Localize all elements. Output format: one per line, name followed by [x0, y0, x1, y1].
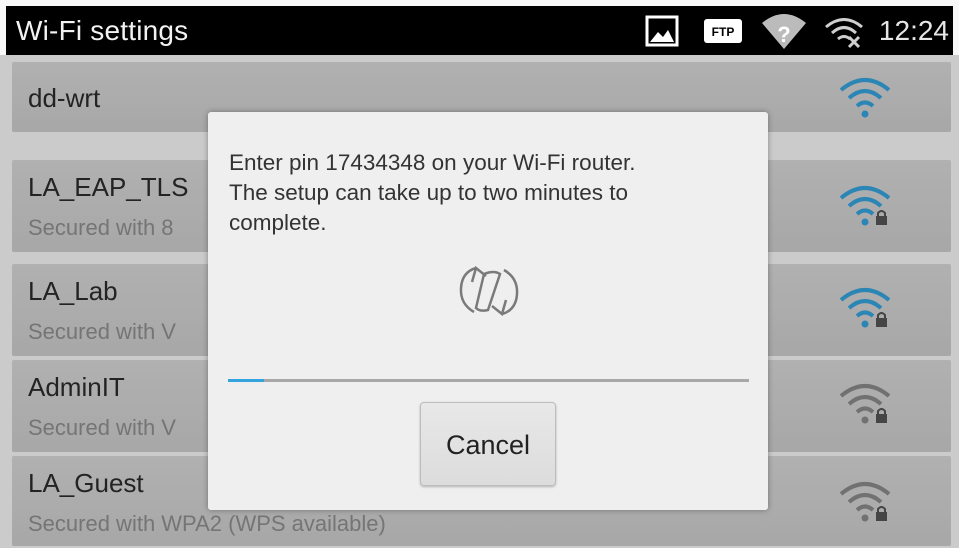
- image-icon: [642, 6, 682, 55]
- progress-bar: [228, 379, 749, 382]
- wifi-settings-screen: Wi-Fi settings FTP ? 12:24 dd-wrt LA_EAP…: [0, 0, 959, 548]
- svg-text:?: ?: [777, 22, 790, 47]
- wifi-disconnected-icon: [821, 6, 867, 55]
- ftp-icon: FTP: [701, 6, 745, 55]
- sync-icon: [459, 265, 519, 317]
- page-title: Wi-Fi settings: [16, 15, 189, 46]
- ftp-label: FTP: [712, 25, 735, 39]
- clock: 12:24: [878, 15, 949, 46]
- dialog-message: Enter pin 17434348 on your Wi-Fi router.…: [229, 150, 636, 235]
- status-bar: Wi-Fi settings FTP ? 12:24: [6, 6, 953, 55]
- wifi-question-icon: ?: [758, 6, 810, 55]
- progress-fill: [228, 379, 265, 382]
- wps-pin-dialog: Enter pin 17434348 on your Wi-Fi router.…: [208, 112, 768, 510]
- cancel-button[interactable]: Cancel: [420, 402, 556, 486]
